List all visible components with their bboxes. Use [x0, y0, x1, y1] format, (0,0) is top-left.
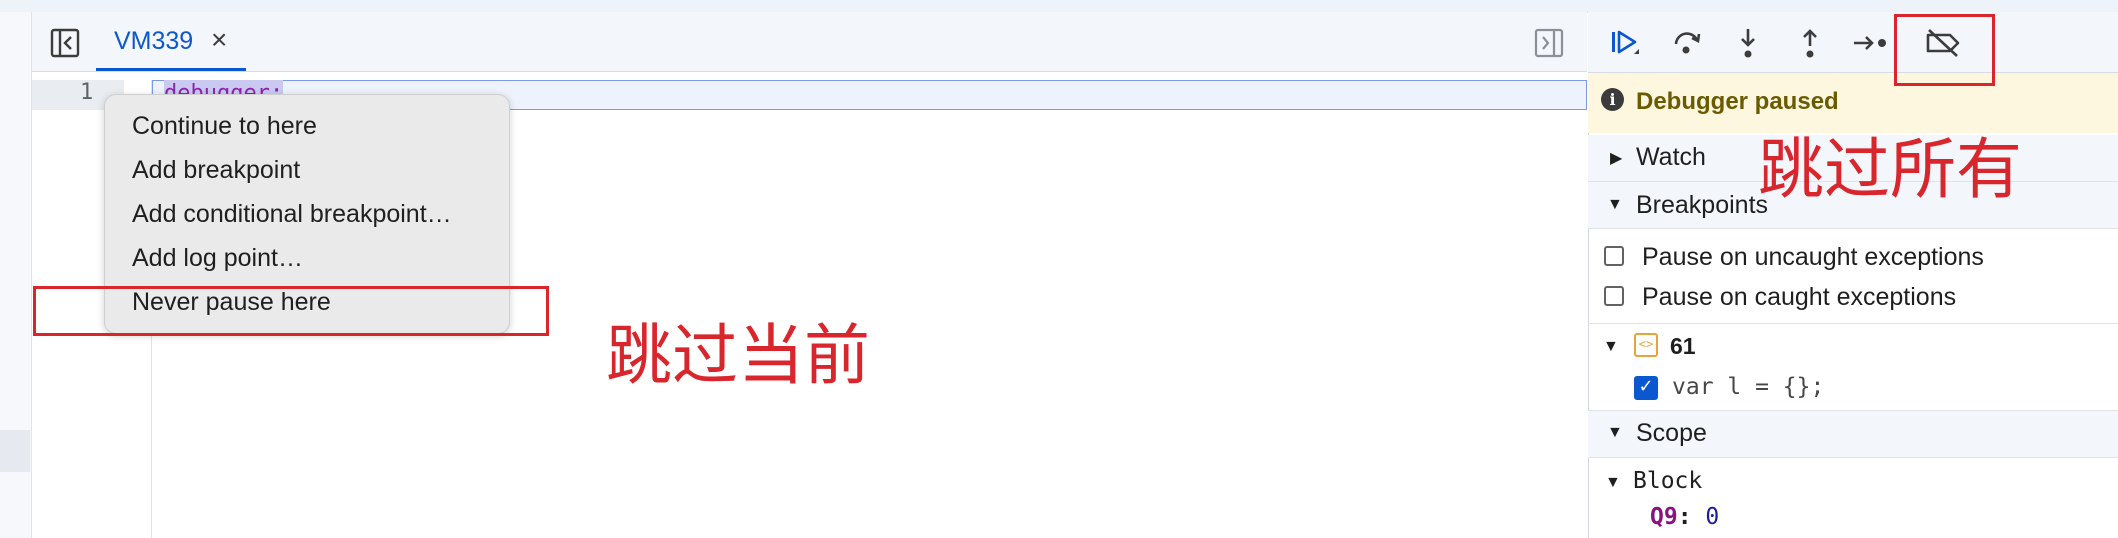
- step-into-icon: [1741, 29, 1755, 58]
- watch-label: Watch: [1636, 143, 1706, 171]
- menu-item-add-conditional-breakpoint[interactable]: Add conditional breakpoint…: [132, 200, 452, 229]
- tab-active-indicator: [96, 68, 246, 71]
- variable-value: 0: [1705, 504, 1720, 530]
- pause-uncaught-label: Pause on uncaught exceptions: [1642, 243, 1984, 271]
- breakpoint-code[interactable]: var l = {};: [1672, 374, 1824, 400]
- left-panel-selection: [0, 430, 30, 472]
- pause-uncaught-checkbox[interactable]: [1604, 246, 1624, 266]
- line-number[interactable]: 1: [80, 80, 93, 105]
- breakpoint-file-name: 61: [1670, 333, 1696, 359]
- annotation-box-deactivate: [1894, 14, 1995, 86]
- script-file-icon: <>: [1634, 333, 1658, 357]
- paused-status-text: Debugger paused: [1636, 88, 1839, 115]
- scope-variable[interactable]: Q9: 0: [1650, 504, 1719, 530]
- watch-expand-icon[interactable]: ▶: [1610, 148, 1622, 168]
- tab-close-icon[interactable]: ×: [211, 24, 227, 56]
- sidebar-toggle-icon: [50, 28, 80, 58]
- pause-caught-checkbox[interactable]: [1604, 286, 1624, 306]
- panel-toggle-icon: [1534, 28, 1564, 58]
- navigator-toggle-button[interactable]: [48, 26, 82, 60]
- block-collapse-icon[interactable]: ▼: [1605, 474, 1621, 492]
- step-over-button[interactable]: [1668, 24, 1706, 62]
- variable-separator: :: [1677, 504, 1692, 530]
- step-out-button[interactable]: [1791, 24, 1829, 62]
- annotation-text-skip-all: 跳过所有: [1758, 131, 2022, 208]
- variable-name: Q9: [1650, 504, 1678, 530]
- info-icon: i: [1601, 88, 1624, 111]
- annotation-box-never-pause: [33, 286, 549, 336]
- menu-item-continue-to-here[interactable]: Continue to here: [132, 112, 317, 141]
- step-icon: [1854, 36, 1886, 50]
- resume-button[interactable]: [1606, 24, 1644, 62]
- scope-label: Scope: [1636, 419, 1707, 447]
- breakpoints-label: Breakpoints: [1636, 191, 1769, 219]
- editor-tab-bar: [32, 12, 1587, 72]
- step-over-icon: [1674, 32, 1701, 54]
- debugger-toggle-button[interactable]: [1532, 26, 1566, 60]
- divider: [1588, 323, 2118, 324]
- annotation-text-skip-current: 跳过当前: [606, 317, 870, 394]
- step-out-icon: [1803, 29, 1817, 58]
- breakpoints-collapse-icon[interactable]: ▼: [1607, 196, 1623, 214]
- step-into-button[interactable]: [1729, 24, 1767, 62]
- scope-collapse-icon[interactable]: ▼: [1607, 424, 1623, 442]
- menu-item-add-breakpoint[interactable]: Add breakpoint: [132, 156, 300, 185]
- breakpoint-file-collapse-icon[interactable]: ▼: [1603, 338, 1619, 356]
- resume-icon: [1612, 30, 1639, 54]
- pause-caught-label: Pause on caught exceptions: [1642, 283, 1957, 311]
- step-button[interactable]: [1852, 24, 1890, 62]
- menu-item-add-log-point[interactable]: Add log point…: [132, 244, 303, 273]
- block-scope-label[interactable]: Block: [1633, 468, 1702, 494]
- tab-label: VM339: [114, 27, 194, 55]
- breakpoint-enabled-checkbox[interactable]: ✓: [1634, 376, 1658, 400]
